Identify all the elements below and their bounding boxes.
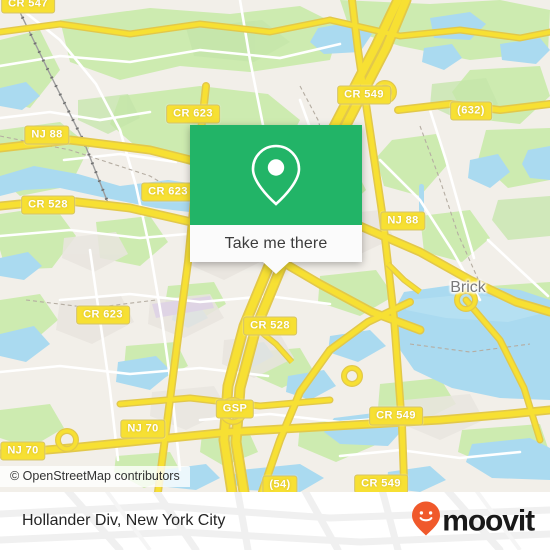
place-label: Brick [450, 279, 486, 296]
popup-pin-panel [190, 125, 362, 225]
road-shield[interactable]: CR 549 [337, 85, 391, 105]
road-shield[interactable]: (632) [450, 101, 492, 121]
map-pin-icon [248, 142, 304, 208]
road-shield[interactable]: CR 549 [354, 474, 408, 492]
map-screenshot: CR 547 NJ 88 CR 623 CR 549 (632) CR 528 CR 623… [0, 0, 550, 550]
popup-action-bar[interactable]: Take me there [190, 225, 362, 262]
road-shield[interactable]: NJ 70 [120, 419, 166, 439]
road-shield[interactable]: NJ 88 [380, 211, 426, 231]
road-shield[interactable]: (54) [262, 475, 298, 492]
take-me-there-button[interactable]: Take me there [225, 235, 328, 253]
map-canvas[interactable]: CR 547 NJ 88 CR 623 CR 549 (632) CR 528 CR 623… [0, 0, 550, 492]
popup-tail [263, 262, 289, 274]
road-shield[interactable]: NJ 70 [0, 441, 46, 461]
footer-bar: Hollander Div, New York City moovit [0, 492, 550, 550]
osm-attribution[interactable]: © OpenStreetMap contributors [0, 466, 190, 487]
road-shield[interactable]: CR 528 [243, 316, 297, 336]
road-shield[interactable]: CR 549 [369, 406, 423, 426]
moovit-wordmark: moovit [442, 504, 535, 537]
moovit-pin-icon [411, 501, 441, 542]
road-shield[interactable]: CR 528 [21, 195, 75, 215]
location-popup[interactable]: Take me there [190, 125, 362, 274]
road-shield[interactable]: GSP [215, 399, 255, 419]
location-title: Hollander Div, New York City [22, 512, 226, 529]
road-shield[interactable]: CR 623 [76, 305, 130, 325]
moovit-logo[interactable]: moovit [411, 501, 535, 542]
road-shield[interactable]: CR 623 [141, 182, 195, 202]
road-shield[interactable]: CR 547 [1, 0, 55, 14]
road-shield[interactable]: NJ 88 [24, 125, 70, 145]
road-shield[interactable]: CR 623 [166, 104, 220, 124]
